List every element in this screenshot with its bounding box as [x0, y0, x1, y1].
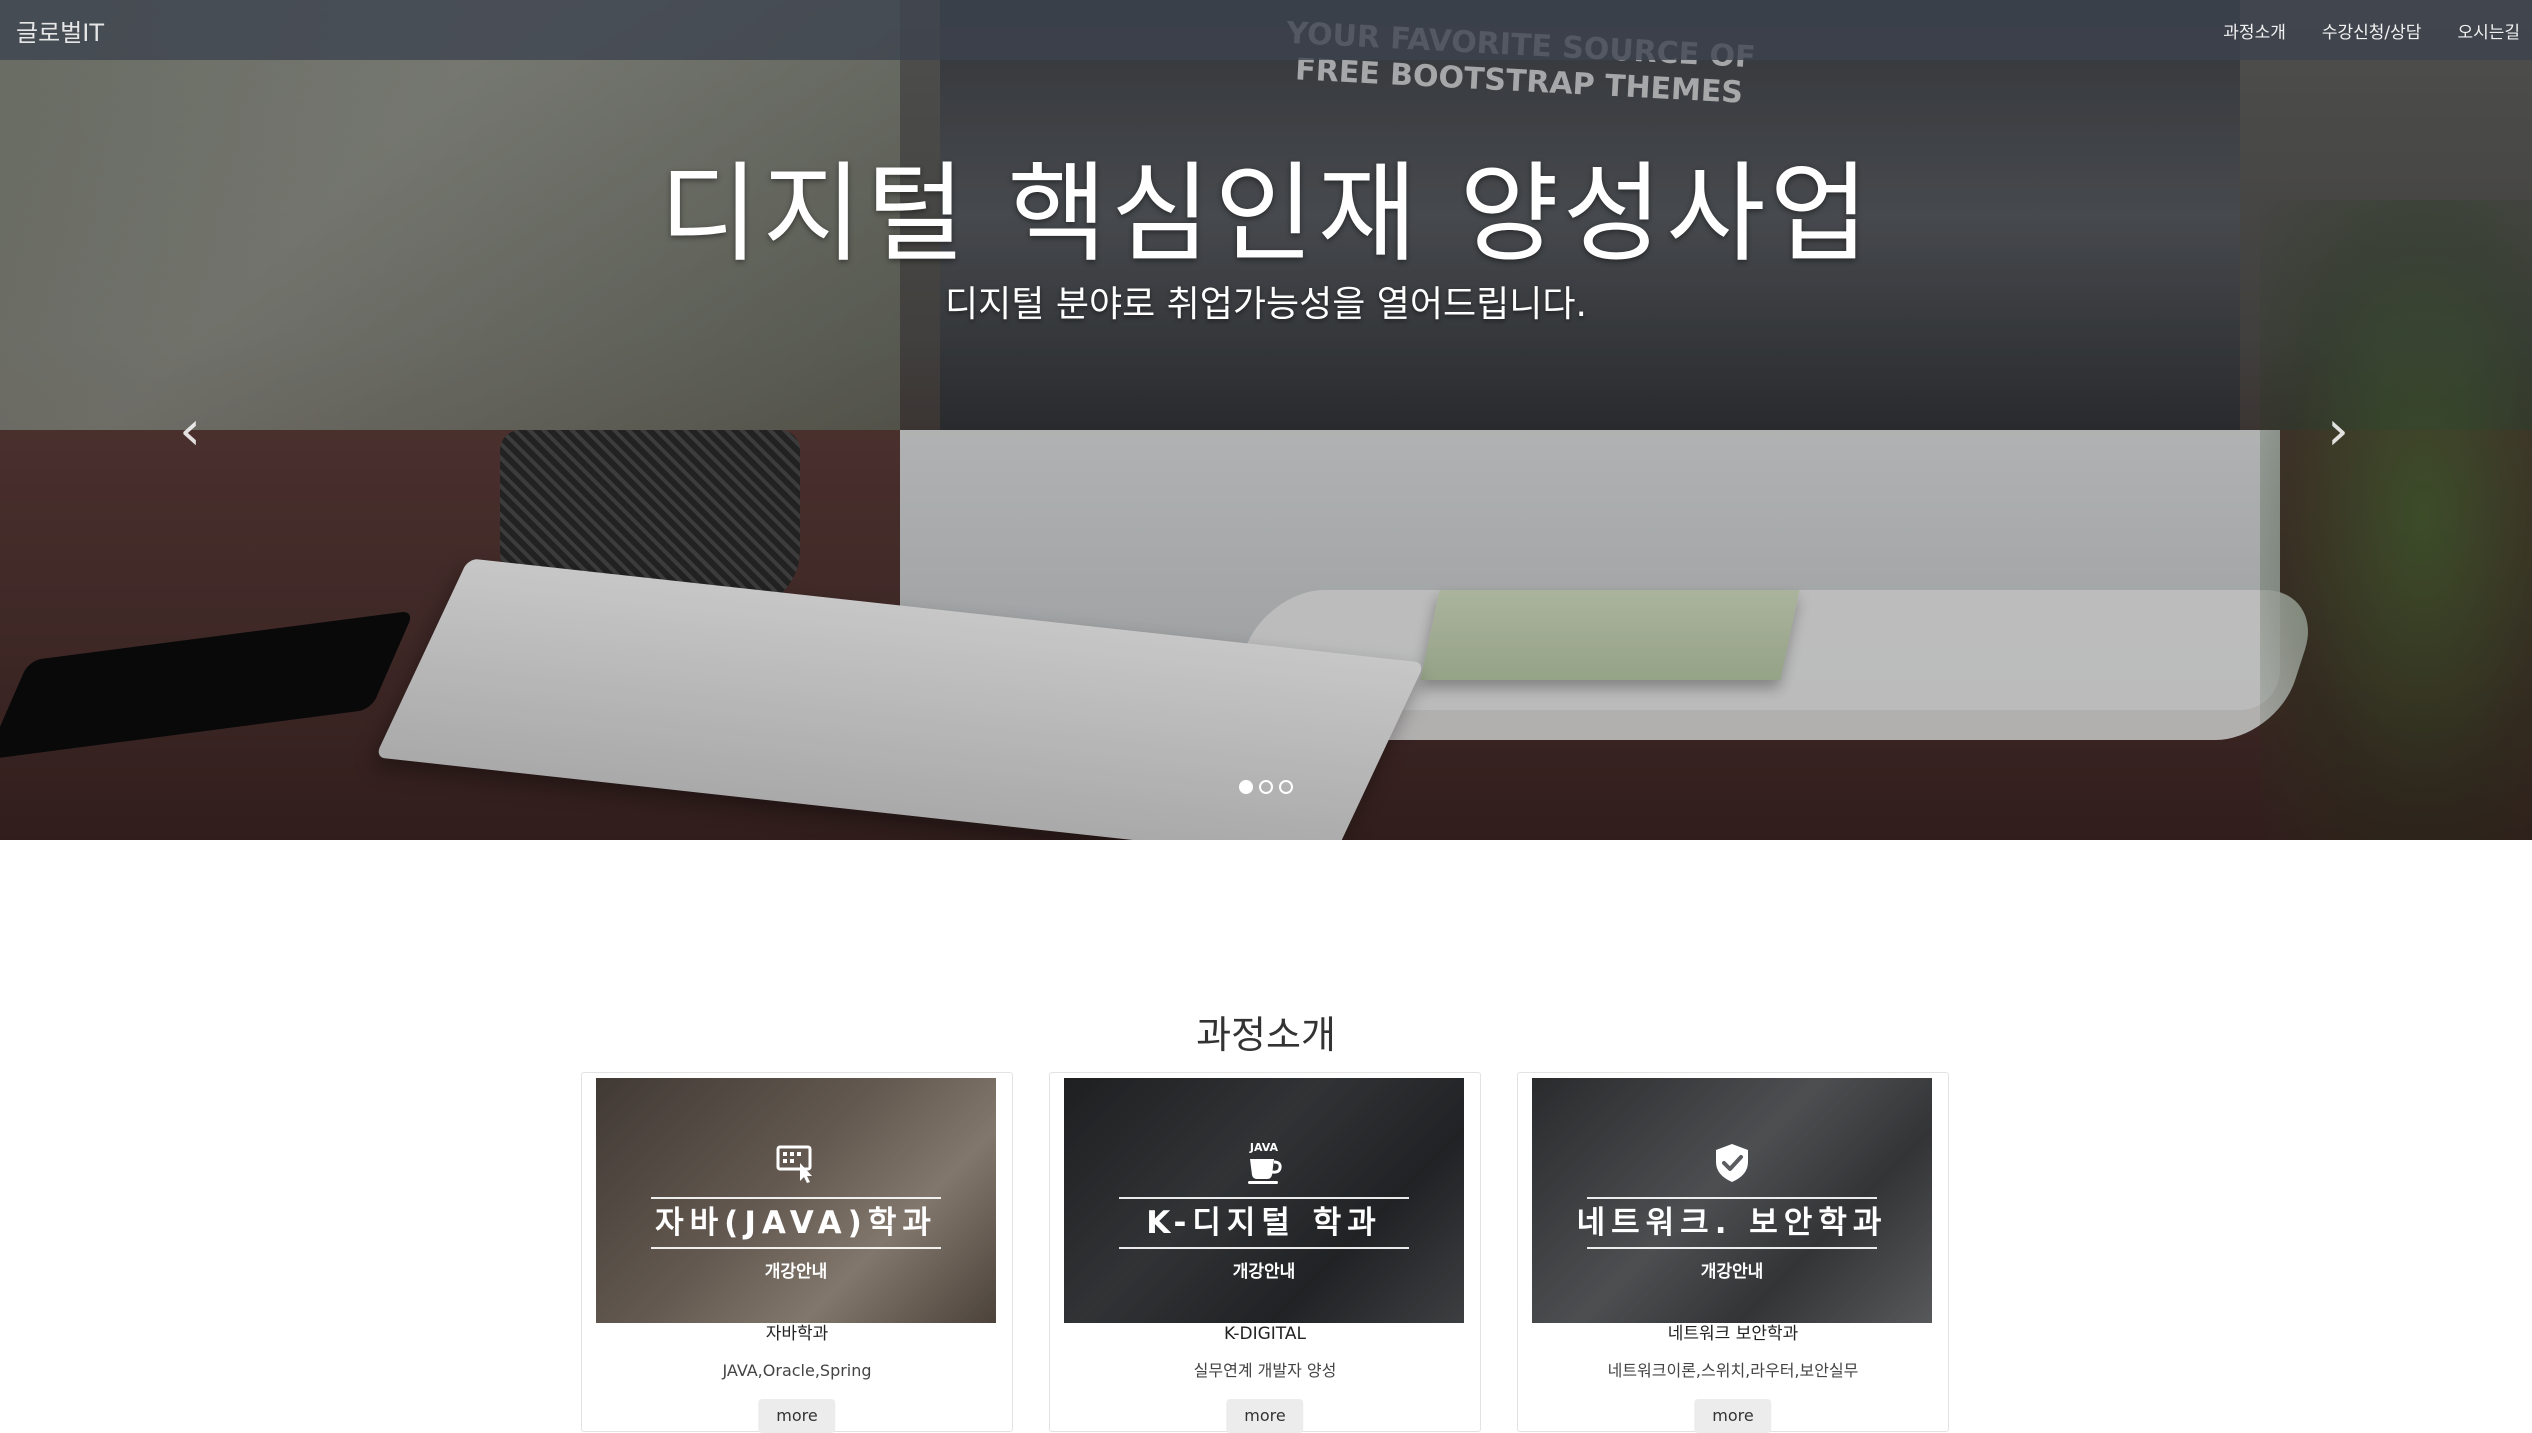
course-name: K-DIGITAL	[1224, 1324, 1306, 1344]
course-thumbnail[interactable]: JAVA K-디지털 학과 개강안내	[1064, 1078, 1464, 1323]
course-card-java: 자바(JAVA)학과 개강안내 자바학과 JAVA,Oracle,Spring …	[581, 1072, 1013, 1433]
thumbnail-title: K-디지털 학과	[1146, 1205, 1382, 1241]
thumbnail-subtitle: 개강안내	[1700, 1262, 1764, 1282]
thumbnail-divider	[651, 1247, 941, 1249]
carousel-prev-button[interactable]: ‹	[160, 398, 220, 462]
carousel-indicator-3[interactable]	[1279, 780, 1293, 794]
navbar: 글로벌IT 과정소개 수강신청/상담 오시는길	[0, 0, 2532, 60]
nav-links: 과정소개 수강신청/상담 오시는길	[2223, 18, 2520, 43]
carousel-indicators	[0, 780, 2532, 794]
course-thumbnail[interactable]: 네트워크. 보안학과 개강안내	[1532, 1078, 1932, 1323]
carousel-indicator-1[interactable]	[1239, 780, 1253, 794]
thumbnail-title: 자바(JAVA)학과	[655, 1205, 937, 1241]
java-icon-label: JAVA	[1249, 1141, 1279, 1154]
touch-screen-icon	[772, 1139, 820, 1187]
course-description: 네트워크이론,스위치,라우터,보안실무	[1607, 1361, 1859, 1380]
hero-title: 디지털 핵심인재 양성사업	[659, 152, 1873, 277]
nav-link-courses[interactable]: 과정소개	[2223, 18, 2286, 43]
hero-subtitle: 디지털 분야로 취업가능성을 열어드립니다.	[945, 284, 1587, 325]
brand-logo[interactable]: 글로벌IT	[16, 13, 104, 48]
thumbnail-divider	[1586, 1247, 1877, 1249]
thumbnail-divider	[1586, 1197, 1877, 1199]
more-button[interactable]: more	[1694, 1399, 1772, 1433]
thumbnail-subtitle: 개강안내	[1232, 1262, 1296, 1282]
course-thumbnail[interactable]: 자바(JAVA)학과 개강안내	[596, 1078, 996, 1323]
java-coffee-icon: JAVA	[1240, 1139, 1288, 1187]
course-name: 네트워크 보안학과	[1667, 1324, 1799, 1344]
thumbnail-divider	[651, 1197, 941, 1199]
course-card-kdigital: JAVA K-디지털 학과 개강안내 K-DIGITAL 실무연계 개발자 양성…	[1049, 1072, 1481, 1433]
thumbnail-subtitle: 개강안내	[764, 1262, 828, 1282]
hero-carousel: YOUR FAVORITE SOURCE OF FREE BOOTSTRAP T…	[0, 0, 2532, 840]
courses-section-title: 과정소개	[1196, 1013, 1336, 1057]
more-button[interactable]: more	[758, 1399, 836, 1433]
shield-check-icon	[1708, 1139, 1756, 1187]
course-cards: 자바(JAVA)학과 개강안내 자바학과 JAVA,Oracle,Spring …	[581, 1072, 1951, 1433]
carousel-next-button[interactable]: ›	[2308, 398, 2368, 462]
course-description: JAVA,Oracle,Spring	[722, 1361, 872, 1380]
course-description: 실무연계 개발자 양성	[1193, 1361, 1337, 1380]
thumbnail-divider	[1119, 1197, 1409, 1199]
more-button[interactable]: more	[1226, 1399, 1304, 1433]
carousel-indicator-2[interactable]	[1259, 780, 1273, 794]
chevron-left-icon: ‹	[179, 398, 201, 462]
thumbnail-title: 네트워크. 보안학과	[1576, 1205, 1888, 1241]
chevron-right-icon: ›	[2327, 398, 2349, 462]
thumbnail-divider	[1119, 1247, 1409, 1249]
course-name: 자바학과	[765, 1324, 829, 1344]
course-card-network: 네트워크. 보안학과 개강안내 네트워크 보안학과 네트워크이론,스위치,라우터…	[1517, 1072, 1949, 1433]
nav-link-enroll[interactable]: 수강신청/상담	[2322, 18, 2422, 43]
hero-overlay	[0, 0, 2532, 840]
nav-link-directions[interactable]: 오시는길	[2457, 18, 2520, 43]
